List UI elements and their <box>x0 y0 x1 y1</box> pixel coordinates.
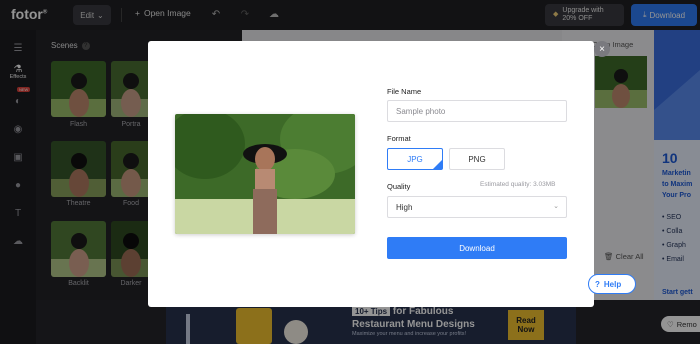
image-preview <box>175 114 355 234</box>
file-name-label: File Name <box>387 87 422 96</box>
help-label: Help <box>603 279 622 289</box>
modal-download-button[interactable]: Download <box>387 237 567 259</box>
estimated-size: Estimated quality: 3.03MB <box>480 181 556 188</box>
file-name-input[interactable]: Sample photo <box>387 100 567 122</box>
photo-preview <box>175 114 355 234</box>
format-jpg-option[interactable]: JPG <box>387 148 443 170</box>
close-icon[interactable]: × <box>594 41 610 57</box>
chevron-down-icon: ⌄ <box>553 203 559 210</box>
quality-select[interactable]: High ⌄ <box>387 196 567 218</box>
format-png-option[interactable]: PNG <box>449 148 505 170</box>
help-circle-icon: ? <box>595 279 600 289</box>
help-button[interactable]: ? Help <box>588 274 636 294</box>
quality-label: Quality <box>387 182 411 191</box>
format-label: Format <box>387 134 411 143</box>
quality-value: High <box>396 202 413 212</box>
